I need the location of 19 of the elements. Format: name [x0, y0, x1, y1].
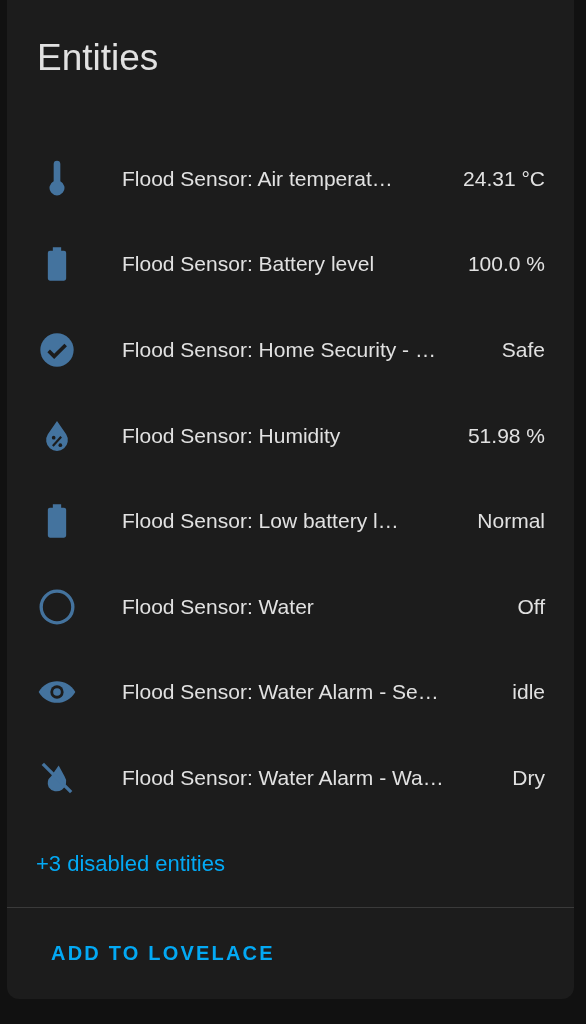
- entity-name[interactable]: Flood Sensor: Humidity: [122, 423, 458, 448]
- entity-state: Dry: [512, 765, 545, 790]
- add-to-lovelace-button[interactable]: ADD TO LOVELACE: [36, 933, 290, 973]
- card-title: Entities: [37, 37, 159, 78]
- entity-name[interactable]: Flood Sensor: Air temperat…: [122, 166, 454, 191]
- entity-state: 51.98 %: [467, 423, 545, 448]
- entity-state: Safe: [501, 338, 545, 362]
- entity-name[interactable]: Flood Sensor: Water Alarm - Se…: [122, 680, 503, 705]
- entity-state: Off: [517, 594, 545, 619]
- entity-name[interactable]: Flood Sensor: Low battery l…: [122, 509, 468, 534]
- check-circle-icon: [37, 330, 77, 370]
- entity-state: Normal: [477, 509, 545, 534]
- entity-state: 100.0 %: [467, 252, 545, 277]
- entity-name[interactable]: Flood Sensor: Water: [122, 594, 508, 619]
- entity-name[interactable]: Flood Sensor: Home Security - …: [122, 338, 492, 362]
- entity-name[interactable]: Flood Sensor: Water Alarm - Wa…: [122, 765, 503, 790]
- entity-state: idle: [512, 680, 545, 705]
- entity-state: 24.31 °C: [463, 166, 545, 191]
- entity-name[interactable]: Flood Sensor: Battery level: [122, 252, 458, 277]
